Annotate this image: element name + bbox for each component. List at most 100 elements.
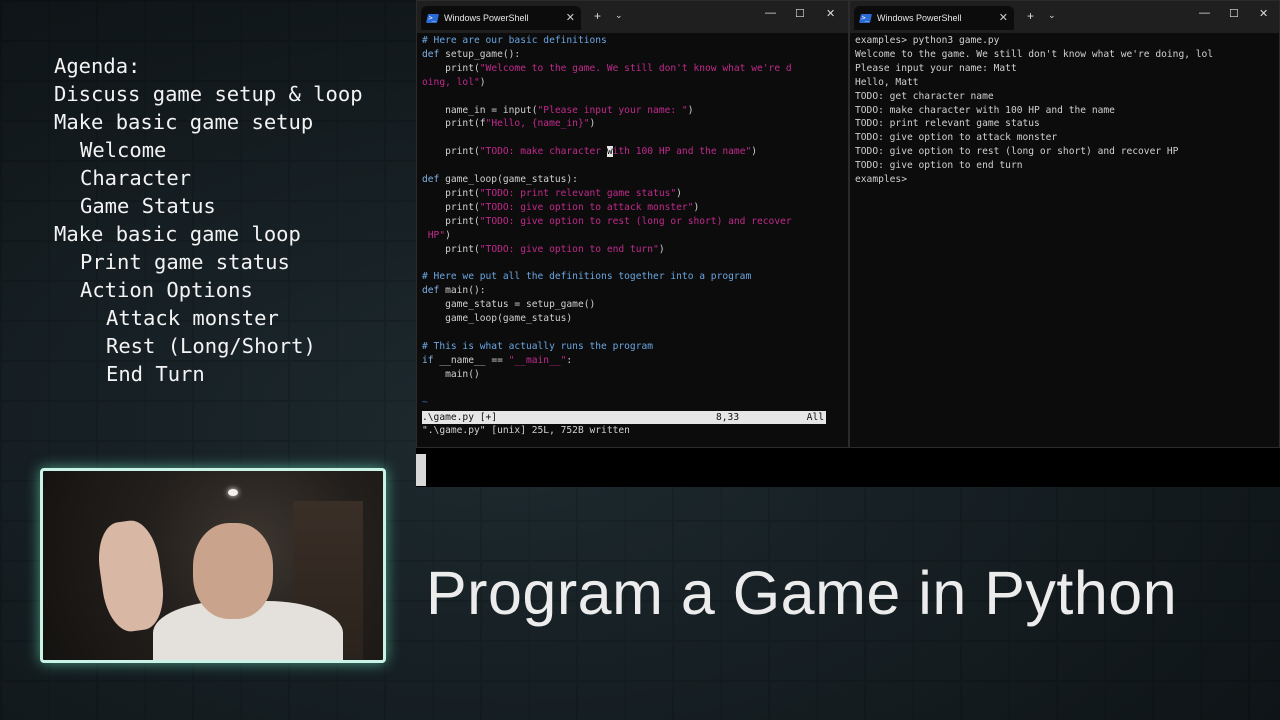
chevron-down-icon[interactable]: ⌄ — [615, 10, 623, 21]
code-text: print(f — [422, 118, 486, 130]
code-text: __name__ == — [433, 354, 509, 366]
terminal-tab[interactable]: >_ Windows PowerShell ✕ — [421, 6, 581, 30]
status-cursor-position: 8,33 — [716, 412, 740, 423]
code-text: ) — [693, 201, 700, 213]
code-text: print( — [422, 187, 480, 199]
terminal-line: TODO: print relevant game status — [855, 118, 1040, 130]
code-text: ) — [589, 118, 596, 130]
agenda-item: Make basic game loop — [54, 222, 301, 246]
close-tab-icon[interactable]: ✕ — [999, 11, 1008, 24]
close-tab-icon[interactable]: ✕ — [566, 11, 575, 24]
code-comment: # This is what actually runs the program — [422, 340, 654, 352]
code-text: main(): — [439, 285, 486, 297]
code-keyword: def — [422, 174, 440, 186]
webcam-feed — [40, 468, 386, 663]
terminal-line: TODO: give option to attack monster — [855, 132, 1058, 144]
terminal-line: examples> python3 game.py — [855, 35, 1000, 46]
terminal-line: TODO: get character name — [855, 90, 994, 102]
chevron-down-icon[interactable]: ⌄ — [1048, 10, 1056, 21]
code-editor[interactable]: # Here are our basic definitions def set… — [422, 34, 844, 409]
terminal-prompt: examples> — [855, 174, 907, 186]
terminal-line: Please input your name: Matt — [855, 62, 1017, 74]
code-text: game_loop(game_status) — [422, 313, 573, 325]
code-text: ) — [751, 146, 758, 158]
terminal-line: TODO: make character with 100 HP and the… — [855, 104, 1115, 116]
code-string: HP" — [422, 229, 446, 241]
agenda-heading: Agenda: — [54, 54, 141, 78]
agenda-subitem: Welcome — [80, 138, 167, 162]
terminal-line: Welcome to the game. We still don't know… — [855, 48, 1214, 60]
code-text: print( — [422, 215, 480, 227]
agenda-item: Discuss game setup & loop — [54, 82, 363, 106]
code-keyword: def — [422, 48, 440, 60]
close-window-icon[interactable]: ✕ — [826, 7, 835, 20]
maximize-icon[interactable]: ☐ — [795, 7, 805, 20]
agenda-list: Agenda: Discuss game setup & loop Make b… — [54, 52, 363, 388]
code-text: print( — [422, 243, 480, 255]
agenda-subsubitem: Attack monster — [106, 306, 279, 330]
agenda-subitem: Action Options — [80, 278, 253, 302]
code-text: game_status = setup_game() — [422, 299, 596, 311]
tab-title: Windows PowerShell — [877, 13, 962, 23]
code-comment: # Here we put all the definitions togeth… — [422, 271, 752, 283]
agenda-subsubitem: Rest (Long/Short) — [106, 334, 316, 358]
code-text: ) — [676, 187, 682, 199]
input-cursor — [416, 454, 426, 486]
minimize-icon[interactable]: — — [765, 7, 776, 19]
output-terminal-window[interactable]: >_ Windows PowerShell ✕ + ⌄ — ☐ ✕ exampl… — [849, 0, 1280, 448]
code-string: "TODO: print relevant game status" — [479, 187, 677, 199]
code-text: : — [566, 354, 573, 366]
code-text: print( — [422, 62, 480, 74]
status-filename: .\game.py [+] — [422, 412, 498, 423]
code-keyword: def — [422, 285, 440, 297]
code-string: "Hello, {name_in}" — [485, 118, 590, 130]
code-string: ith 100 HP and the name" — [612, 146, 752, 158]
terminal-line: TODO: give option to end turn — [855, 160, 1023, 172]
agenda-subsubitem: End Turn — [106, 362, 205, 386]
code-string: "TODO: give option to attack monster" — [479, 201, 694, 213]
code-string: "Welcome to the game. We still don't kno… — [479, 62, 792, 74]
code-text: ) — [479, 76, 486, 88]
code-keyword: if — [422, 354, 434, 366]
code-string: oing, lol" — [422, 76, 480, 88]
code-text: ) — [445, 229, 451, 241]
terminal-input-strip — [416, 448, 1280, 487]
powershell-icon: >_ — [426, 13, 439, 23]
code-string: "TODO: give option to rest (long or shor… — [479, 215, 792, 227]
code-comment: # Here are our basic definitions — [422, 35, 607, 46]
code-string: "Please input your name: " — [537, 104, 688, 116]
terminal-line: TODO: give option to rest (long or short… — [855, 146, 1179, 158]
terminal-line: Hello, Matt — [855, 76, 919, 88]
empty-line-marker: ~ — [422, 396, 428, 408]
code-string: "TODO: make character — [479, 146, 607, 158]
title-bar[interactable]: >_ Windows PowerShell ✕ + ⌄ — ☐ ✕ — [850, 1, 1279, 33]
agenda-subitem: Game Status — [80, 194, 216, 218]
vim-status-bar: .\game.py [+] 8,33 All — [422, 411, 826, 424]
title-bar[interactable]: >_ Windows PowerShell ✕ + ⌄ — ☐ ✕ — [417, 1, 848, 33]
vim-command-line: ".\game.py" [unix] 25L, 752B written — [422, 425, 630, 436]
terminal-output[interactable]: examples> python3 game.py Welcome to the … — [855, 34, 1275, 187]
code-string: "TODO: give option to end turn" — [479, 243, 659, 255]
tab-title: Windows PowerShell — [444, 13, 529, 23]
code-text: print( — [422, 201, 480, 213]
code-text: setup_game(): — [439, 48, 521, 60]
code-text: ) — [687, 104, 694, 116]
ceiling-light — [228, 489, 238, 496]
new-tab-icon[interactable]: + — [1027, 9, 1034, 23]
new-tab-icon[interactable]: + — [594, 9, 601, 23]
code-text: ) — [658, 243, 665, 255]
terminal-tab[interactable]: >_ Windows PowerShell ✕ — [854, 6, 1014, 30]
video-title: Program a Game in Python — [426, 559, 1178, 627]
maximize-icon[interactable]: ☐ — [1229, 7, 1239, 20]
minimize-icon[interactable]: — — [1199, 7, 1210, 19]
agenda-subitem: Character — [80, 166, 192, 190]
powershell-icon: >_ — [859, 13, 872, 23]
editor-terminal-window[interactable]: >_ Windows PowerShell ✕ + ⌄ — ☐ ✕ # Here… — [416, 0, 849, 448]
code-text: print( — [422, 146, 480, 158]
status-scroll: All — [806, 412, 824, 423]
close-window-icon[interactable]: ✕ — [1259, 7, 1268, 20]
agenda-item: Make basic game setup — [54, 110, 314, 134]
presenter-hand — [93, 517, 169, 635]
code-string: "__main__" — [508, 354, 567, 366]
agenda-subitem: Print game status — [80, 250, 290, 274]
